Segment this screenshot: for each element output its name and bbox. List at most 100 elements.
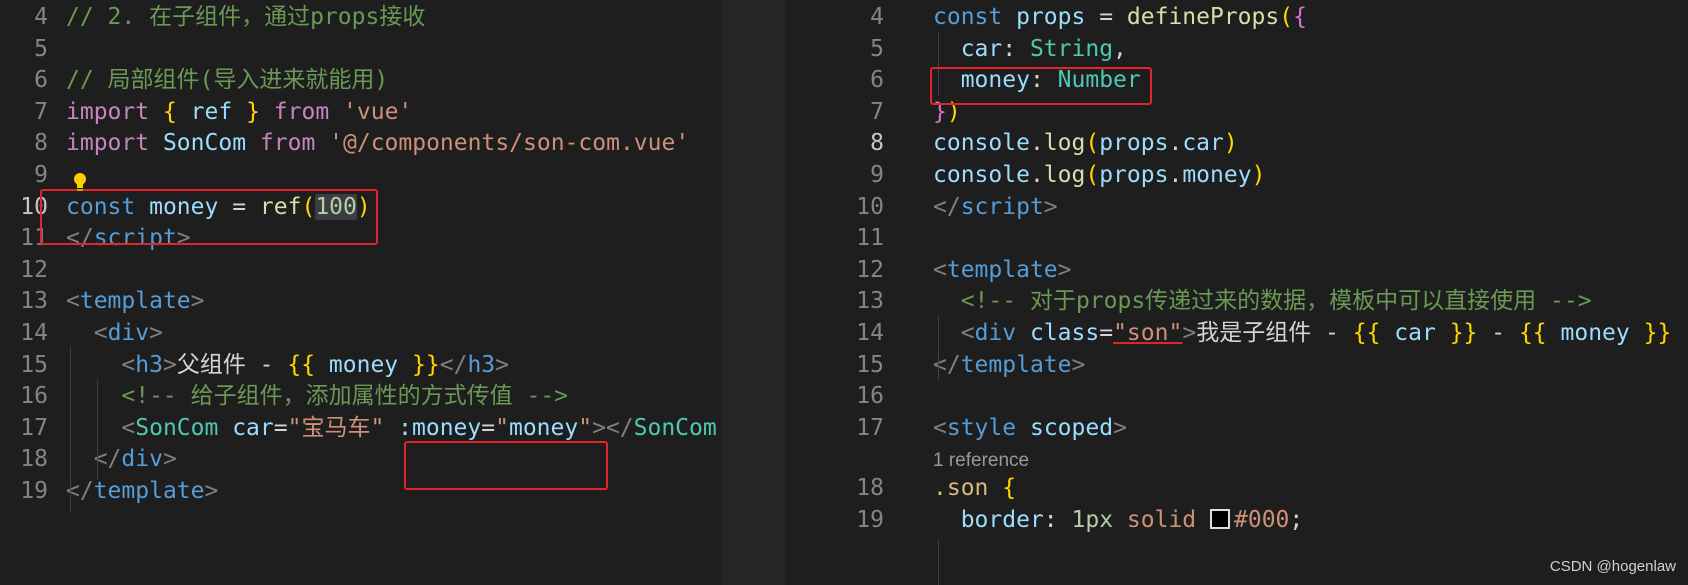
code-token: money xyxy=(1560,320,1630,346)
code-line[interactable]: 12 xyxy=(0,253,722,287)
code-token: console xyxy=(933,130,1030,157)
code-token: }} xyxy=(412,351,440,378)
code-line[interactable]: 10 </script> xyxy=(786,190,1688,224)
code-line[interactable]: 6 // 局部组件(导入进来就能用) xyxy=(0,63,722,97)
code-token: 父组件 - xyxy=(176,351,288,378)
code-token: > xyxy=(149,320,163,346)
code-line[interactable]: 18 </div> xyxy=(0,442,722,476)
code-line[interactable]: 11 xyxy=(786,221,1688,255)
line-number: 15 xyxy=(856,351,884,378)
code-token: ( xyxy=(1085,130,1100,157)
code-line[interactable]: 5 xyxy=(0,32,722,66)
code-line[interactable]: 9 xyxy=(0,158,722,192)
code-text: import SonCom from '@/components/son-com… xyxy=(66,126,689,160)
indent-guide xyxy=(938,316,939,380)
code-token: = xyxy=(1085,4,1127,30)
line-number: 8 xyxy=(870,130,884,157)
code-line[interactable]: 7}) xyxy=(786,95,1688,129)
code-line[interactable]: 12 <template> xyxy=(786,253,1688,287)
code-token: 我是子组件 - xyxy=(1196,320,1353,346)
code-token: < xyxy=(960,320,975,346)
code-token: money xyxy=(1182,162,1252,188)
code-line[interactable]: 6 money: Number xyxy=(786,63,1688,97)
code-token: style xyxy=(946,414,1017,441)
code-token: . xyxy=(1029,130,1044,157)
line-number: 9 xyxy=(34,162,48,188)
code-token: div xyxy=(974,320,1017,346)
lightbulb-icon[interactable] xyxy=(72,172,88,192)
code-token: > xyxy=(1113,414,1127,441)
code-token: {{ xyxy=(287,351,316,378)
code-line[interactable]: 15 </template> xyxy=(786,348,1688,382)
code-text: .son { xyxy=(933,471,1016,505)
code-token: > xyxy=(1071,351,1086,378)
code-token: ></ xyxy=(592,414,634,441)
indent-guide xyxy=(938,540,939,585)
code-line[interactable]: 7 import { ref } from 'vue' xyxy=(0,95,722,129)
code-line[interactable]: 19 </template> xyxy=(0,474,722,508)
codelens-references[interactable]: 1 reference xyxy=(933,446,1029,476)
code-token: import xyxy=(66,98,150,125)
code-token: </ xyxy=(439,351,468,378)
code-line[interactable]: 16 xyxy=(786,379,1688,413)
color-swatch-icon[interactable] xyxy=(1210,509,1231,529)
code-line[interactable]: 16 <!-- 给子组件，添加属性的方式传值 --> xyxy=(0,379,722,413)
code-text: <template> xyxy=(66,284,205,318)
line-number: 11 xyxy=(856,225,884,252)
code-line[interactable]: 4 // 2. 在子组件，通过props接收 xyxy=(0,0,722,34)
line-number: 8 xyxy=(34,130,48,157)
code-text: // 局部组件(导入进来就能用) xyxy=(66,63,388,97)
code-token: h3 xyxy=(135,351,163,378)
code-line[interactable]: 19 border: 1px solid #000; xyxy=(786,503,1688,537)
line-number: 18 xyxy=(856,475,884,502)
code-line[interactable]: 4 const props = defineProps({ xyxy=(786,0,1688,34)
code-token: < xyxy=(933,256,947,283)
code-token: console xyxy=(933,162,1030,188)
code-line[interactable]: 15 <h3>父组件 - {{ money }}</h3> xyxy=(0,348,722,382)
code-token: > xyxy=(495,351,509,378)
code-token: SonCom xyxy=(162,130,247,157)
code-token: { xyxy=(1293,4,1307,30)
code-text: <h3>父组件 - {{ money }}</h3> xyxy=(66,348,509,382)
code-token: h3 xyxy=(467,351,496,378)
code-token: ; xyxy=(1289,507,1304,533)
code-token: const xyxy=(933,4,1003,30)
left-editor-pane[interactable]: 4// 2. 在子组件，通过props接收 5 6// 局部组件(导入进来就能用) 7… xyxy=(0,0,722,585)
code-line[interactable]: 13 <template> xyxy=(0,284,722,318)
code-line[interactable]: 14 <div> xyxy=(0,316,722,350)
code-line[interactable]: 5 car: String, xyxy=(786,32,1688,66)
left-editor-scrollbar-track[interactable] xyxy=(722,0,786,585)
code-line[interactable]: 17 <SonCom car="宝马车" :money="money"></So… xyxy=(0,411,722,445)
code-token: : xyxy=(1002,35,1030,62)
code-line[interactable]: 17 <style scoped> xyxy=(786,411,1688,445)
code-token: - xyxy=(1477,320,1519,346)
code-token: props xyxy=(1016,4,1086,30)
code-line[interactable]: 18 .son { xyxy=(786,471,1688,505)
code-token: car xyxy=(1182,130,1224,157)
code-line[interactable]: 8 import SonCom from '@/components/son-co… xyxy=(0,126,722,160)
right-editor-pane[interactable]: 4 const props = defineProps({5 car: Strin… xyxy=(786,0,1688,585)
code-token: ( xyxy=(1279,4,1294,30)
code-token: SonCom xyxy=(135,414,219,441)
code-token: class xyxy=(1029,320,1100,346)
code-token: props xyxy=(1099,130,1169,157)
code-line[interactable]: 8 console.log(props.car) xyxy=(786,126,1688,160)
line-number: 16 xyxy=(856,383,884,410)
code-line[interactable]: 9 console.log(props.money) xyxy=(786,158,1688,192)
code-line[interactable]: 13 <!-- 对于props传递过来的数据，模板中可以直接使用 --> xyxy=(786,284,1688,318)
code-line[interactable]: 14 <div class="son">我是子组件 - {{ car }} - … xyxy=(786,316,1688,350)
code-token: .son xyxy=(933,475,989,502)
line-number: 14 xyxy=(20,320,48,346)
watermark: CSDN @hogenlaw xyxy=(1549,558,1676,575)
code-token: template xyxy=(93,478,205,504)
code-token: 'vue' xyxy=(343,98,413,125)
